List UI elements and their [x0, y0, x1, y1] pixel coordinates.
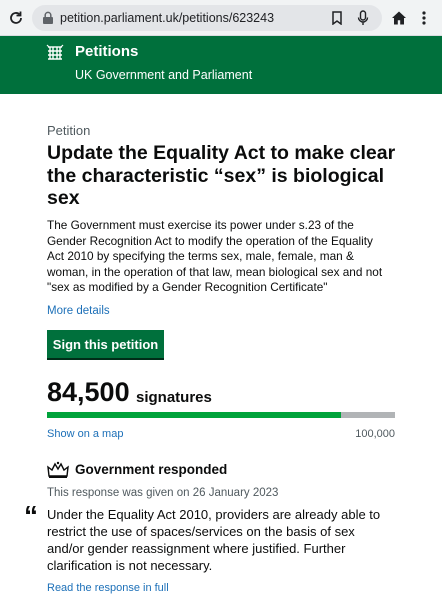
crown-icon — [47, 461, 69, 479]
bookmark-icon[interactable] — [328, 9, 346, 27]
reload-icon[interactable] — [6, 8, 26, 28]
sign-petition-button[interactable]: Sign this petition — [47, 330, 164, 358]
petition-caption: Petition — [47, 123, 91, 138]
more-details-link[interactable]: More details — [47, 305, 110, 317]
signature-count: 84,500 — [47, 377, 130, 407]
home-icon[interactable] — [389, 8, 409, 28]
address-bar[interactable]: petition.parliament.uk/petitions/623243 — [32, 5, 382, 31]
signature-target: 100,000 — [355, 428, 395, 440]
show-on-map-link[interactable]: Show on a map — [47, 428, 123, 440]
response-date: This response was given on 26 January 20… — [47, 487, 279, 499]
site-header: Petitions UK Government and Parliament — [0, 36, 442, 94]
portcullis-icon — [46, 44, 64, 62]
more-menu-icon[interactable] — [414, 8, 434, 28]
signature-label: signatures — [136, 389, 212, 406]
government-responded-heading: Government responded — [75, 462, 228, 477]
petition-title: Update the Equality Act to make clear th… — [47, 142, 396, 209]
signature-progress-bar — [47, 412, 395, 418]
url-text[interactable]: petition.parliament.uk/petitions/623243 — [60, 11, 274, 25]
lock-icon[interactable] — [40, 10, 56, 26]
read-response-link[interactable]: Read the response in full — [47, 582, 169, 594]
signature-progress-fill — [47, 412, 342, 418]
response-quote: Under the Equality Act 2010, providers a… — [47, 507, 381, 573]
quote-icon: “ — [24, 500, 38, 531]
site-title[interactable]: Petitions — [75, 43, 138, 60]
browser-toolbar: petition.parliament.uk/petitions/623243 — [0, 0, 442, 36]
petition-summary: The Government must exercise its power u… — [47, 218, 383, 294]
site-subtitle: UK Government and Parliament — [75, 68, 253, 82]
microphone-icon[interactable] — [354, 9, 372, 27]
